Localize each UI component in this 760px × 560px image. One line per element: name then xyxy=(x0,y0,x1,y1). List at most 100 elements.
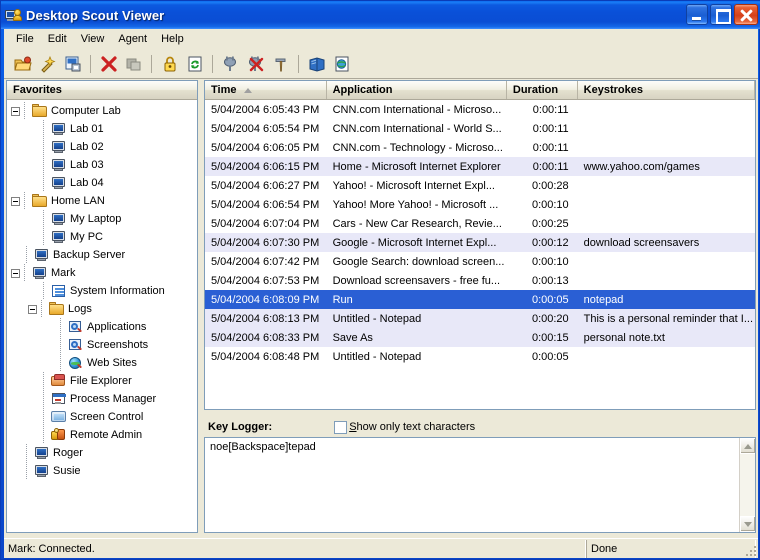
tree-item-susie[interactable]: Susie xyxy=(7,462,197,480)
disconnect-plug-icon[interactable] xyxy=(243,52,268,76)
refresh-page-icon[interactable] xyxy=(182,52,207,76)
table-row[interactable]: 5/04/2004 6:08:13 PMUntitled - Notepad0:… xyxy=(205,309,755,328)
scroll-up-icon[interactable] xyxy=(740,438,756,454)
computer-icon xyxy=(51,230,67,244)
table-row[interactable]: 5/04/2004 6:07:04 PMCars - New Car Resea… xyxy=(205,214,755,233)
maximize-button[interactable] xyxy=(710,4,732,25)
tree-item-home-lan[interactable]: Home LAN xyxy=(7,192,197,210)
tree-item-logs[interactable]: Logs xyxy=(7,300,197,318)
keylogger-bar: Key Logger: Show only text characters xyxy=(204,417,756,437)
show-only-text-characters-row[interactable]: Show only text characters xyxy=(334,421,475,434)
table-row[interactable]: 5/04/2004 6:07:53 PMDownload screensaver… xyxy=(205,271,755,290)
tree-item-remote-admin[interactable]: Remote Admin xyxy=(7,426,197,444)
delete-x-icon[interactable] xyxy=(96,52,121,76)
favorites-header[interactable]: Favorites xyxy=(7,81,197,100)
cell-application: Untitled - Notepad xyxy=(327,313,507,325)
table-row[interactable]: 5/04/2004 6:08:33 PMSave As0:00:15person… xyxy=(205,328,755,347)
scroll-down-icon[interactable] xyxy=(740,516,756,532)
show-only-text-characters-checkbox[interactable] xyxy=(334,421,347,434)
tree-connector-line xyxy=(56,354,66,372)
table-row[interactable]: 5/04/2004 6:07:30 PMGoogle - Microsoft I… xyxy=(205,233,755,252)
cell-keystrokes: www.yahoo.com/games xyxy=(578,161,755,173)
table-row[interactable]: 5/04/2004 6:06:05 PMCNN.com - Technology… xyxy=(205,138,755,157)
save-agent-icon[interactable] xyxy=(60,52,85,76)
cell-keystrokes: download screensavers xyxy=(578,237,755,249)
cell-application: Home - Microsoft Internet Explorer xyxy=(327,161,507,173)
column-header-keystrokes[interactable]: Keystrokes xyxy=(578,81,755,99)
table-row[interactable]: 5/04/2004 6:08:48 PMUntitled - Notepad0:… xyxy=(205,347,755,366)
lock-icon[interactable] xyxy=(157,52,182,76)
table-row[interactable]: 5/04/2004 6:05:43 PMCNN.com Internationa… xyxy=(205,100,755,119)
collapse-icon[interactable] xyxy=(11,197,20,206)
tree-item-label: Mark xyxy=(48,267,75,279)
keylogger-panel: Key Logger: Show only text characters no… xyxy=(204,417,756,533)
tree-item-screen-control[interactable]: Screen Control xyxy=(7,408,197,426)
scrollbar-track[interactable] xyxy=(740,454,755,516)
open-folder-icon[interactable] xyxy=(10,52,35,76)
tree-item-process-manager[interactable]: Process Manager xyxy=(7,390,197,408)
cell-application: CNN.com International - World S... xyxy=(327,123,507,135)
tree-item-mark[interactable]: Mark xyxy=(7,264,197,282)
collapse-icon[interactable] xyxy=(11,107,20,116)
collapse-icon[interactable] xyxy=(11,269,20,278)
tree-item-roger[interactable]: Roger xyxy=(7,444,197,462)
cell-duration: 0:00:11 xyxy=(507,142,578,154)
cell-time: 5/04/2004 6:08:48 PM xyxy=(205,351,327,363)
tree-item-lab-02[interactable]: Lab 02 xyxy=(7,138,197,156)
activity-list[interactable]: Time ApplicationDurationKeystrokes 5/04/2… xyxy=(204,80,756,410)
table-row[interactable]: 5/04/2004 6:05:54 PMCNN.com Internationa… xyxy=(205,119,755,138)
resize-grip-icon[interactable] xyxy=(744,544,756,556)
title-bar: Desktop Scout Viewer xyxy=(1,1,760,29)
tree-item-file-explorer[interactable]: File Explorer xyxy=(7,372,197,390)
tree-connector-line xyxy=(39,156,49,174)
cell-time: 5/04/2004 6:06:27 PM xyxy=(205,180,327,192)
right-pane: Time ApplicationDurationKeystrokes 5/04/2… xyxy=(204,80,756,533)
keylogger-scrollbar[interactable] xyxy=(739,438,755,532)
tree-item-label: File Explorer xyxy=(67,375,132,387)
tree-item-backup-server[interactable]: Backup Server xyxy=(7,246,197,264)
keylogger-title: Key Logger: xyxy=(204,421,272,433)
column-header-time[interactable]: Time xyxy=(205,81,327,99)
keylogger-textbox[interactable]: noe[Backspace]tepad xyxy=(204,437,756,533)
table-row[interactable]: 5/04/2004 6:06:15 PMHome - Microsoft Int… xyxy=(205,157,755,176)
table-row[interactable]: 5/04/2004 6:08:09 PMRun0:00:05notepad xyxy=(205,290,755,309)
magic-wand-icon[interactable] xyxy=(35,52,60,76)
column-header-label: Time xyxy=(211,84,236,96)
tree-item-applications[interactable]: Applications xyxy=(7,318,197,336)
tree-item-system-information[interactable]: System Information xyxy=(7,282,197,300)
tree-item-label: Lab 01 xyxy=(67,123,104,135)
table-row[interactable]: 5/04/2004 6:06:54 PMYahoo! More Yahoo! -… xyxy=(205,195,755,214)
table-row[interactable]: 5/04/2004 6:07:42 PMGoogle Search: downl… xyxy=(205,252,755,271)
tree-item-screenshots[interactable]: Screenshots xyxy=(7,336,197,354)
menu-file[interactable]: File xyxy=(9,31,41,47)
tree-item-my-laptop[interactable]: My Laptop xyxy=(7,210,197,228)
copy-icon[interactable] xyxy=(121,52,146,76)
cell-time: 5/04/2004 6:08:33 PM xyxy=(205,332,327,344)
favorites-tree[interactable]: Computer Lab Lab 01 Lab 02Lab 03Lab 04Home… xyxy=(7,100,197,532)
tree-item-label: Applications xyxy=(84,321,146,333)
computer-icon xyxy=(34,248,50,262)
menu-view[interactable]: View xyxy=(74,31,112,47)
tree-item-lab-04[interactable]: Lab 04 xyxy=(7,174,197,192)
column-header-application[interactable]: Application xyxy=(327,81,507,99)
minimize-button[interactable] xyxy=(686,4,708,25)
tree-item-computer-lab[interactable]: Computer Lab xyxy=(7,102,197,120)
close-button[interactable] xyxy=(734,4,758,25)
favorites-pane: Favorites Computer Lab Lab 01 Lab 02Lab 03… xyxy=(6,80,198,533)
client-area: File Edit View Agent Help xyxy=(4,29,758,558)
web-page-icon[interactable] xyxy=(329,52,354,76)
menu-help[interactable]: Help xyxy=(154,31,191,47)
menu-edit[interactable]: Edit xyxy=(41,31,74,47)
hammer-tools-icon[interactable] xyxy=(268,52,293,76)
book-help-icon[interactable] xyxy=(304,52,329,76)
tree-item-my-pc[interactable]: My PC xyxy=(7,228,197,246)
menu-agent[interactable]: Agent xyxy=(111,31,154,47)
collapse-icon[interactable] xyxy=(28,305,37,314)
connect-plug-icon[interactable] xyxy=(218,52,243,76)
tree-item-web-sites[interactable]: Web Sites xyxy=(7,354,197,372)
table-row[interactable]: 5/04/2004 6:06:27 PMYahoo! - Microsoft I… xyxy=(205,176,755,195)
cell-duration: 0:00:10 xyxy=(507,199,578,211)
tree-item-lab-01[interactable]: Lab 01 xyxy=(7,120,197,138)
tree-item-lab-03[interactable]: Lab 03 xyxy=(7,156,197,174)
column-header-duration[interactable]: Duration xyxy=(507,81,578,99)
